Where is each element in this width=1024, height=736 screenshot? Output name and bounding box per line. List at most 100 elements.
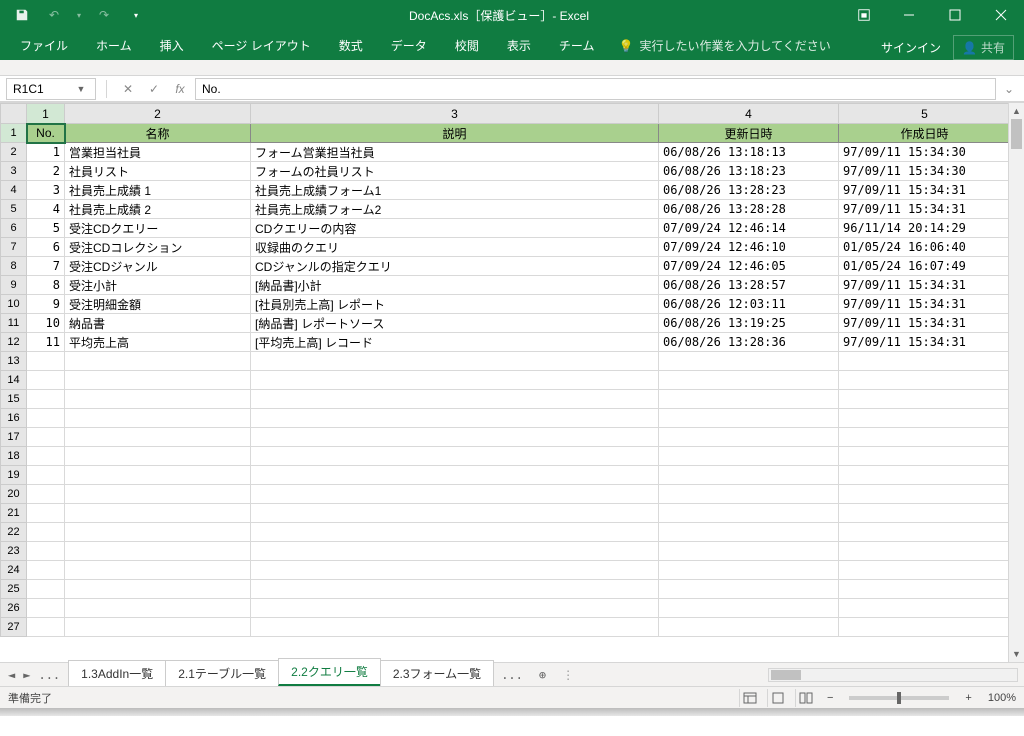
- cell-updated[interactable]: 06/08/26 13:19:25: [659, 314, 839, 333]
- cell-created[interactable]: 97/09/11 15:34:31: [839, 333, 1009, 352]
- hscroll-thumb[interactable]: [771, 670, 801, 680]
- zoom-in-button[interactable]: +: [961, 692, 975, 704]
- row-header[interactable]: 8: [1, 257, 27, 276]
- cancel-formula-button[interactable]: ✕: [117, 82, 139, 96]
- header-cell[interactable]: 更新日時: [659, 124, 839, 143]
- cell-updated[interactable]: 07/09/24 12:46:10: [659, 238, 839, 257]
- header-cell[interactable]: 説明: [251, 124, 659, 143]
- cell-name[interactable]: 社員売上成績 2: [65, 200, 251, 219]
- ribbon-tab-file[interactable]: ファイル: [6, 31, 82, 60]
- row-header[interactable]: 25: [1, 580, 27, 599]
- cell-no[interactable]: 8: [27, 276, 65, 295]
- row-header[interactable]: 12: [1, 333, 27, 352]
- cell-name[interactable]: 平均売上高: [65, 333, 251, 352]
- row-header[interactable]: 5: [1, 200, 27, 219]
- cell-updated[interactable]: 07/09/24 12:46:14: [659, 219, 839, 238]
- ribbon-tab-formulas[interactable]: 数式: [325, 31, 377, 60]
- tab-nav-first[interactable]: ◄: [8, 668, 15, 682]
- page-layout-view-button[interactable]: [767, 689, 789, 707]
- cell-updated[interactable]: 06/08/26 12:03:11: [659, 295, 839, 314]
- cell-updated[interactable]: 06/08/26 13:18:13: [659, 143, 839, 162]
- cell-no[interactable]: 10: [27, 314, 65, 333]
- cell-desc[interactable]: [平均売上高] レコード: [251, 333, 659, 352]
- normal-view-button[interactable]: [739, 689, 761, 707]
- row-header[interactable]: 24: [1, 561, 27, 580]
- cell-no[interactable]: 5: [27, 219, 65, 238]
- row-header[interactable]: 21: [1, 504, 27, 523]
- row-header[interactable]: 7: [1, 238, 27, 257]
- sheet-tab[interactable]: 2.3フォーム一覧: [380, 660, 494, 686]
- row-header[interactable]: 27: [1, 618, 27, 637]
- close-button[interactable]: [978, 0, 1024, 30]
- enter-formula-button[interactable]: ✓: [143, 82, 165, 96]
- cell-no[interactable]: 2: [27, 162, 65, 181]
- cell-name[interactable]: 受注CDコレクション: [65, 238, 251, 257]
- zoom-thumb[interactable]: [897, 692, 901, 704]
- ribbon-tab-review[interactable]: 校閲: [441, 31, 493, 60]
- cell-name[interactable]: 受注小計: [65, 276, 251, 295]
- cell-desc[interactable]: フォーム営業担当社員: [251, 143, 659, 162]
- cell-updated[interactable]: 06/08/26 13:28:28: [659, 200, 839, 219]
- cell-desc[interactable]: CDジャンルの指定クエリ: [251, 257, 659, 276]
- header-cell[interactable]: No.: [27, 124, 65, 143]
- row-header[interactable]: 16: [1, 409, 27, 428]
- cell-created[interactable]: 97/09/11 15:34:31: [839, 295, 1009, 314]
- tab-nav-more-left[interactable]: ...: [38, 668, 60, 682]
- row-header[interactable]: 22: [1, 523, 27, 542]
- header-cell[interactable]: 名称: [65, 124, 251, 143]
- col-header-3[interactable]: 3: [251, 104, 659, 124]
- row-header[interactable]: 10: [1, 295, 27, 314]
- cell-no[interactable]: 4: [27, 200, 65, 219]
- insert-function-button[interactable]: fx: [169, 82, 191, 96]
- redo-button[interactable]: ↷: [90, 3, 118, 27]
- header-cell[interactable]: 作成日時: [839, 124, 1009, 143]
- row-header[interactable]: 26: [1, 599, 27, 618]
- ribbon-tab-insert[interactable]: 挿入: [146, 31, 198, 60]
- cell-created[interactable]: 97/09/11 15:34:31: [839, 276, 1009, 295]
- tab-nav-more-right[interactable]: ...: [501, 668, 523, 682]
- row-header[interactable]: 20: [1, 485, 27, 504]
- cell-created[interactable]: 97/09/11 15:34:31: [839, 181, 1009, 200]
- row-header[interactable]: 19: [1, 466, 27, 485]
- cell-no[interactable]: 11: [27, 333, 65, 352]
- signin-link[interactable]: サインイン: [881, 39, 941, 56]
- row-header[interactable]: 23: [1, 542, 27, 561]
- tab-nav-prev[interactable]: ►: [23, 668, 30, 682]
- undo-button[interactable]: ↶: [40, 3, 68, 27]
- ribbon-tab-home[interactable]: ホーム: [82, 31, 146, 60]
- cell-desc[interactable]: 社員売上成績フォーム2: [251, 200, 659, 219]
- qat-customize[interactable]: ▾: [122, 3, 150, 27]
- cell-name[interactable]: 社員リスト: [65, 162, 251, 181]
- new-sheet-button[interactable]: ⊕: [531, 664, 554, 686]
- cell-created[interactable]: 97/09/11 15:34:30: [839, 143, 1009, 162]
- cell-desc[interactable]: フォームの社員リスト: [251, 162, 659, 181]
- grid[interactable]: 1 2 3 4 5 1No.名称説明更新日時作成日時21営業担当社員フォーム営業…: [0, 103, 1008, 637]
- cell-name[interactable]: 受注CDクエリー: [65, 219, 251, 238]
- cell-no[interactable]: 3: [27, 181, 65, 200]
- vscroll-thumb[interactable]: [1011, 119, 1022, 149]
- ribbon-tab-team[interactable]: チーム: [545, 31, 609, 60]
- row-header[interactable]: 15: [1, 390, 27, 409]
- row-header[interactable]: 13: [1, 352, 27, 371]
- sheet-tab[interactable]: 2.1テーブル一覧: [165, 660, 279, 686]
- cell-created[interactable]: 01/05/24 16:07:49: [839, 257, 1009, 276]
- col-header-5[interactable]: 5: [839, 104, 1009, 124]
- cell-created[interactable]: 01/05/24 16:06:40: [839, 238, 1009, 257]
- ribbon-tab-layout[interactable]: ページ レイアウト: [198, 31, 325, 60]
- expand-formula-bar[interactable]: ⌄: [1000, 82, 1018, 96]
- col-header-1[interactable]: 1: [27, 104, 65, 124]
- name-box-dropdown[interactable]: ▼: [73, 84, 89, 94]
- row-header[interactable]: 9: [1, 276, 27, 295]
- row-header[interactable]: 11: [1, 314, 27, 333]
- cell-created[interactable]: 97/09/11 15:34:31: [839, 200, 1009, 219]
- cell-desc[interactable]: [納品書]小計: [251, 276, 659, 295]
- tell-me-search[interactable]: 💡 実行したい作業を入力してください: [608, 31, 840, 60]
- zoom-level[interactable]: 100%: [982, 692, 1016, 704]
- horizontal-scrollbar[interactable]: [768, 668, 1018, 682]
- save-button[interactable]: [8, 3, 36, 27]
- cell-name[interactable]: 納品書: [65, 314, 251, 333]
- col-header-4[interactable]: 4: [659, 104, 839, 124]
- cell-updated[interactable]: 07/09/24 12:46:05: [659, 257, 839, 276]
- cell-no[interactable]: 1: [27, 143, 65, 162]
- cell-desc[interactable]: 収録曲のクエリ: [251, 238, 659, 257]
